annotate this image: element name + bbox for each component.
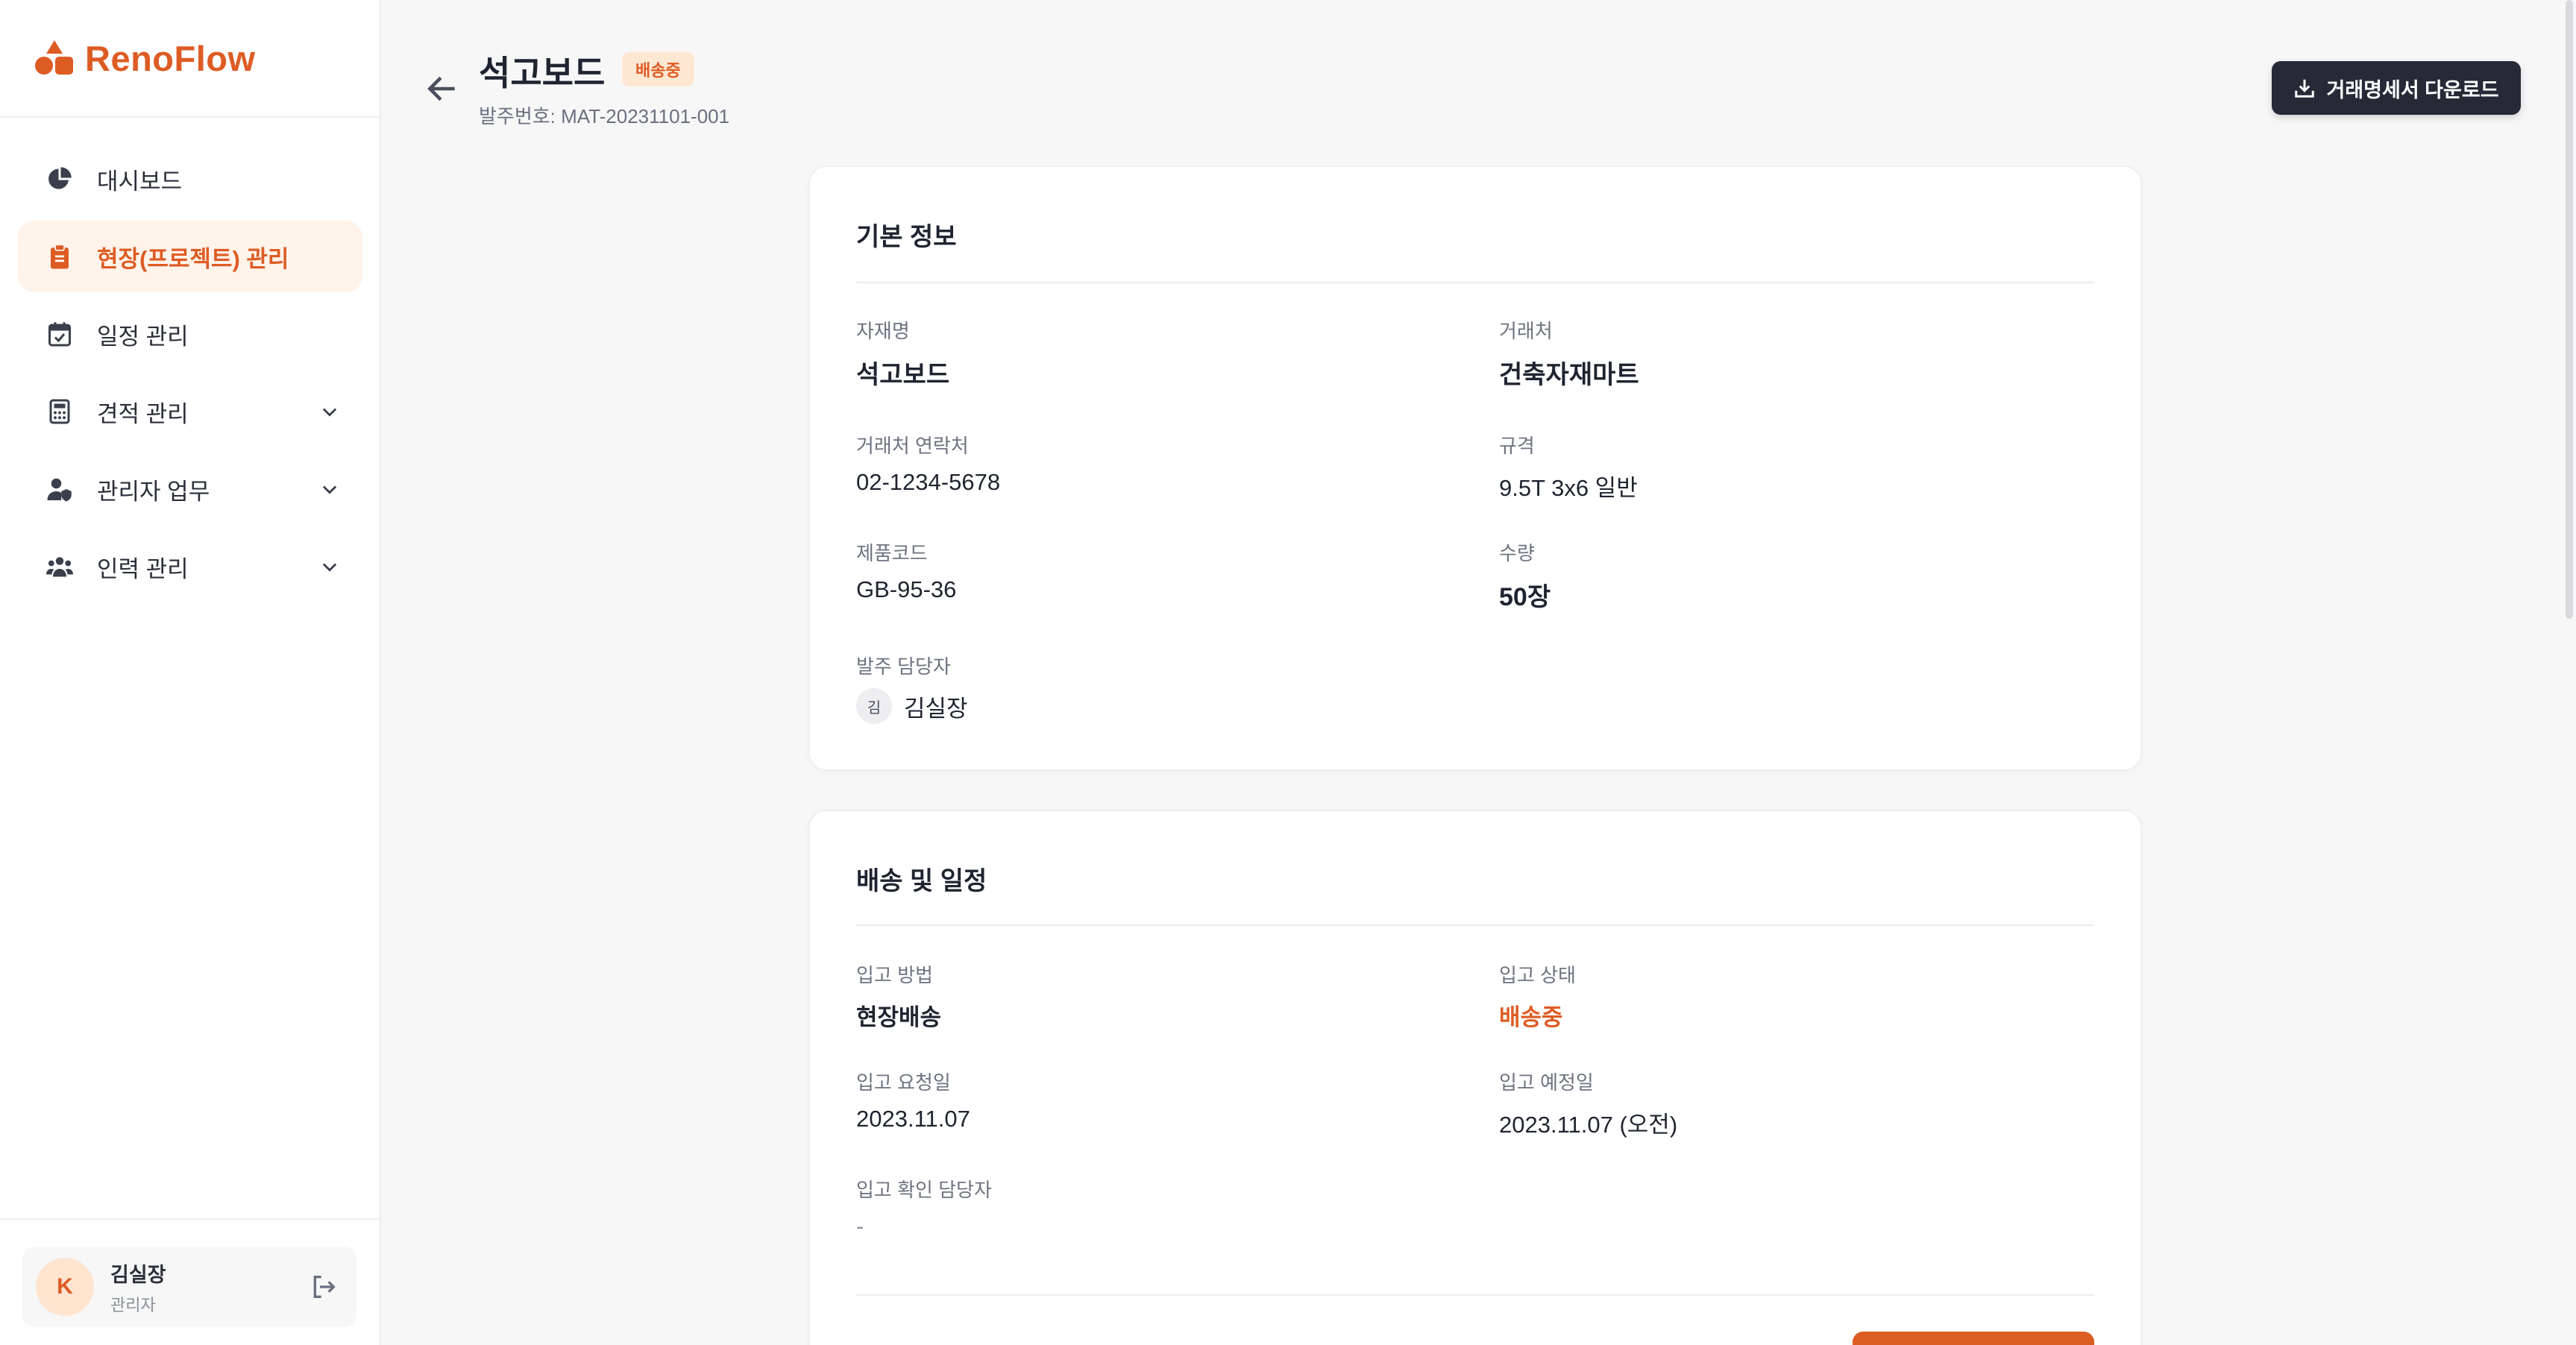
divider bbox=[856, 925, 2094, 926]
user-card[interactable]: K 김실장 관리자 bbox=[22, 1247, 356, 1327]
vendor-contact-field: 거래처 연락처 02-1234-5678 bbox=[856, 431, 1000, 496]
sidebar-item-estimates[interactable]: 견적 관리 bbox=[18, 376, 362, 447]
quantity-field: 수량 50장 bbox=[1499, 538, 1551, 613]
users-icon bbox=[45, 552, 75, 582]
download-statement-button[interactable]: 거래명세서 다운로드 bbox=[2272, 61, 2521, 115]
card-title: 배송 및 일정 bbox=[856, 867, 987, 895]
download-button-label: 거래명세서 다운로드 bbox=[2326, 78, 2499, 101]
field-label: 거래처 연락처 bbox=[856, 435, 969, 457]
field-value: 2023.11.07 (오전) bbox=[1499, 1112, 1678, 1138]
material-field: 자재명 석고보드 bbox=[856, 316, 949, 391]
field-label: 제품코드 bbox=[856, 542, 928, 564]
field-value: 50장 bbox=[1499, 583, 1551, 611]
sidebar: RenoFlow 대시보드 현장(프로젝트) 관리 일정 관리 견적 관리 관리… bbox=[0, 0, 381, 1345]
delivery-card: 배송 및 일정 입고 방법 현장배송 입고 상태 배송중 입고 요청일 2023… bbox=[808, 810, 2142, 1345]
field-value: 건축자재마트 bbox=[1499, 361, 1639, 389]
chevron-down-icon bbox=[322, 408, 337, 417]
pie-chart-icon bbox=[45, 164, 75, 194]
field-value: - bbox=[856, 1213, 864, 1239]
sidebar-item-label: 인력 관리 bbox=[97, 555, 189, 582]
action-button[interactable] bbox=[1853, 1332, 2094, 1345]
field-value: GB-95-36 bbox=[856, 576, 957, 602]
chevron-down-icon bbox=[322, 485, 337, 494]
download-icon bbox=[2295, 79, 2315, 98]
logout-icon[interactable] bbox=[309, 1272, 339, 1302]
user-shield-icon bbox=[45, 474, 75, 504]
delivery-status-field: 입고 상태 배송중 bbox=[1499, 960, 1576, 1032]
field-value: 현장배송 bbox=[856, 1004, 942, 1030]
chevron-down-icon bbox=[322, 563, 337, 572]
sidebar-item-label: 대시보드 bbox=[97, 168, 183, 195]
basic-info-card: 기본 정보 자재명 석고보드 거래처 건축자재마트 거래처 연락처 02-123… bbox=[808, 166, 2142, 771]
vendor-field: 거래처 건축자재마트 bbox=[1499, 316, 1639, 391]
avatar: 김 bbox=[856, 688, 892, 724]
brand[interactable]: RenoFlow bbox=[0, 0, 380, 118]
field-value: 배송중 bbox=[1499, 1004, 1563, 1030]
sidebar-item-projects[interactable]: 현장(프로젝트) 관리 bbox=[18, 221, 362, 292]
field-value: 2023.11.07 bbox=[856, 1106, 970, 1132]
sidebar-item-workforce[interactable]: 인력 관리 bbox=[18, 531, 362, 602]
user-name: 김실장 bbox=[110, 1263, 166, 1286]
divider bbox=[856, 282, 2094, 283]
confirm-manager-field: 입고 확인 담당자 - bbox=[856, 1175, 992, 1240]
sidebar-item-label: 관리자 업무 bbox=[97, 478, 210, 505]
card-title: 기본 정보 bbox=[856, 223, 957, 251]
avatar: K bbox=[36, 1258, 94, 1316]
field-label: 입고 요청일 bbox=[856, 1071, 951, 1094]
sidebar-item-label: 견적 관리 bbox=[97, 400, 189, 427]
field-label: 자재명 bbox=[856, 320, 910, 342]
order-number: 발주번호: MAT-20231101-001 bbox=[479, 105, 730, 127]
sidebar-nav: 대시보드 현장(프로젝트) 관리 일정 관리 견적 관리 관리자 업무 인력 관… bbox=[18, 143, 362, 608]
order-manager-field: 발주 담당자 김 김실장 bbox=[856, 652, 968, 724]
delivery-method-field: 입고 방법 현장배송 bbox=[856, 960, 941, 1032]
user-role: 관리자 bbox=[110, 1295, 156, 1314]
user-section: K 김실장 관리자 bbox=[0, 1218, 380, 1345]
sidebar-item-dashboard[interactable]: 대시보드 bbox=[18, 143, 362, 215]
sidebar-item-label: 현장(프로젝트) 관리 bbox=[97, 245, 289, 272]
field-label: 규격 bbox=[1499, 435, 1535, 457]
field-label: 입고 확인 담당자 bbox=[856, 1179, 992, 1201]
scrollbar[interactable] bbox=[2566, 0, 2573, 619]
sidebar-item-label: 일정 관리 bbox=[97, 323, 189, 350]
expected-date-field: 입고 예정일 2023.11.07 (오전) bbox=[1499, 1068, 1677, 1139]
status-badge: 배송중 bbox=[622, 52, 694, 86]
logo-icon bbox=[35, 40, 73, 75]
field-label: 거래처 bbox=[1499, 320, 1553, 342]
divider bbox=[856, 1294, 2094, 1296]
field-value: 김실장 bbox=[904, 695, 968, 722]
sidebar-item-schedule[interactable]: 일정 관리 bbox=[18, 298, 362, 370]
field-label: 발주 담당자 bbox=[856, 655, 951, 678]
sidebar-item-admin[interactable]: 관리자 업무 bbox=[18, 453, 362, 525]
manager-row: 김 김실장 bbox=[856, 688, 968, 724]
field-value: 9.5T 3x6 일반 bbox=[1499, 475, 1638, 501]
field-label: 수량 bbox=[1499, 542, 1535, 564]
page-title: 석고보드 bbox=[479, 54, 606, 92]
field-label: 입고 상태 bbox=[1499, 964, 1576, 986]
calculator-icon bbox=[45, 397, 75, 426]
product-code-field: 제품코드 GB-95-36 bbox=[856, 538, 956, 603]
field-label: 입고 방법 bbox=[856, 964, 933, 986]
brand-name: RenoFlow bbox=[85, 38, 256, 78]
field-value: 석고보드 bbox=[856, 361, 950, 389]
spec-field: 규격 9.5T 3x6 일반 bbox=[1499, 431, 1638, 503]
clipboard-icon bbox=[45, 242, 75, 271]
calendar-check-icon bbox=[45, 319, 75, 349]
request-date-field: 입고 요청일 2023.11.07 bbox=[856, 1068, 970, 1133]
field-value: 02-1234-5678 bbox=[856, 469, 1001, 495]
back-arrow-icon[interactable] bbox=[424, 70, 461, 107]
field-label: 입고 예정일 bbox=[1499, 1071, 1594, 1094]
